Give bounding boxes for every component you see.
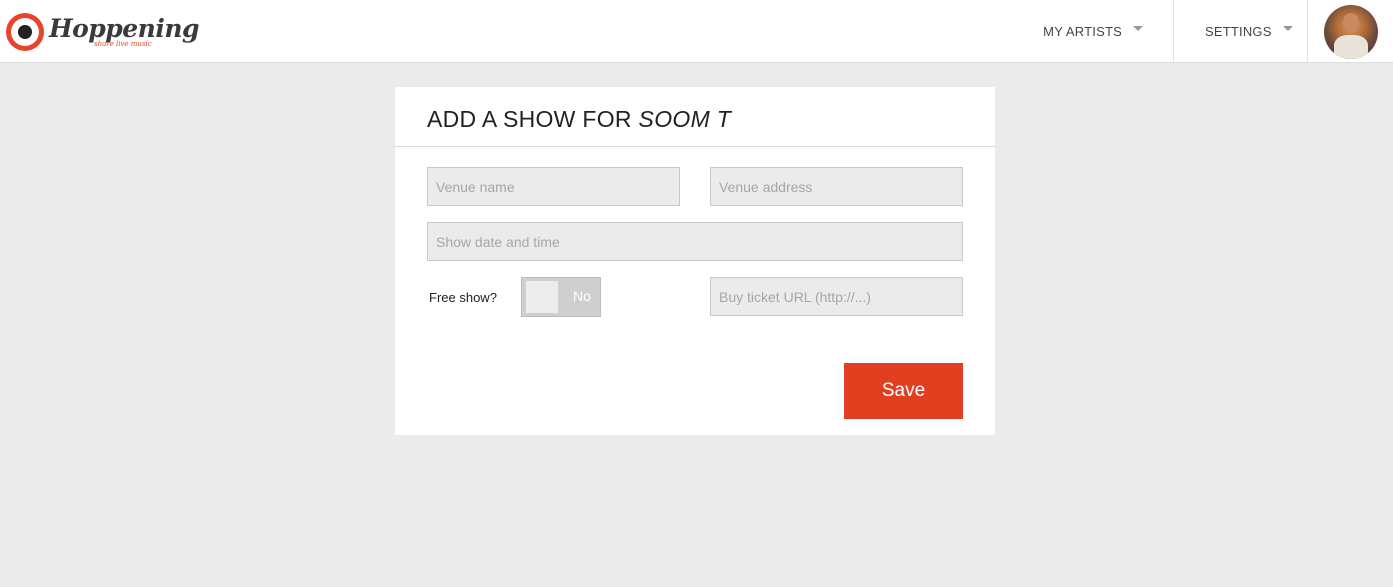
- page-title: ADD A SHOW FOR SOOM T: [427, 100, 731, 133]
- user-menu[interactable]: [1307, 0, 1393, 63]
- free-show-label: Free show?: [429, 290, 497, 305]
- save-button[interactable]: Save: [844, 363, 963, 419]
- title-prefix: ADD A SHOW FOR: [427, 106, 632, 132]
- venue-name-input[interactable]: [427, 167, 680, 206]
- my-artists-label: MY ARTISTS: [1043, 24, 1122, 39]
- logo-wordmark: Hoppening share live music: [49, 10, 200, 54]
- main-nav: MY ARTISTS SETTINGS: [1039, 0, 1393, 63]
- my-artists-menu[interactable]: MY ARTISTS: [1039, 0, 1173, 63]
- show-datetime-input[interactable]: [427, 222, 963, 261]
- hoppening-logo[interactable]: Hoppening share live music: [6, 10, 200, 54]
- ticket-url-input[interactable]: [710, 277, 963, 316]
- settings-menu[interactable]: SETTINGS: [1173, 0, 1307, 63]
- logo-icon: [6, 13, 44, 51]
- app-tagline: share live music: [94, 40, 152, 48]
- artist-name: SOOM T: [638, 106, 732, 132]
- top-navbar: Hoppening share live music MY ARTISTS SE…: [0, 0, 1393, 63]
- settings-label: SETTINGS: [1205, 24, 1272, 39]
- venue-address-input[interactable]: [710, 167, 963, 206]
- add-show-card: ADD A SHOW FOR SOOM T Free show? No Save: [395, 87, 995, 435]
- toggle-state-label: No: [573, 288, 591, 304]
- toggle-knob: [526, 281, 558, 313]
- chevron-down-icon: [1133, 26, 1143, 31]
- avatar[interactable]: [1323, 4, 1378, 59]
- chevron-down-icon: [1282, 26, 1293, 31]
- free-show-toggle[interactable]: No: [521, 277, 601, 317]
- card-header: ADD A SHOW FOR SOOM T: [395, 87, 995, 147]
